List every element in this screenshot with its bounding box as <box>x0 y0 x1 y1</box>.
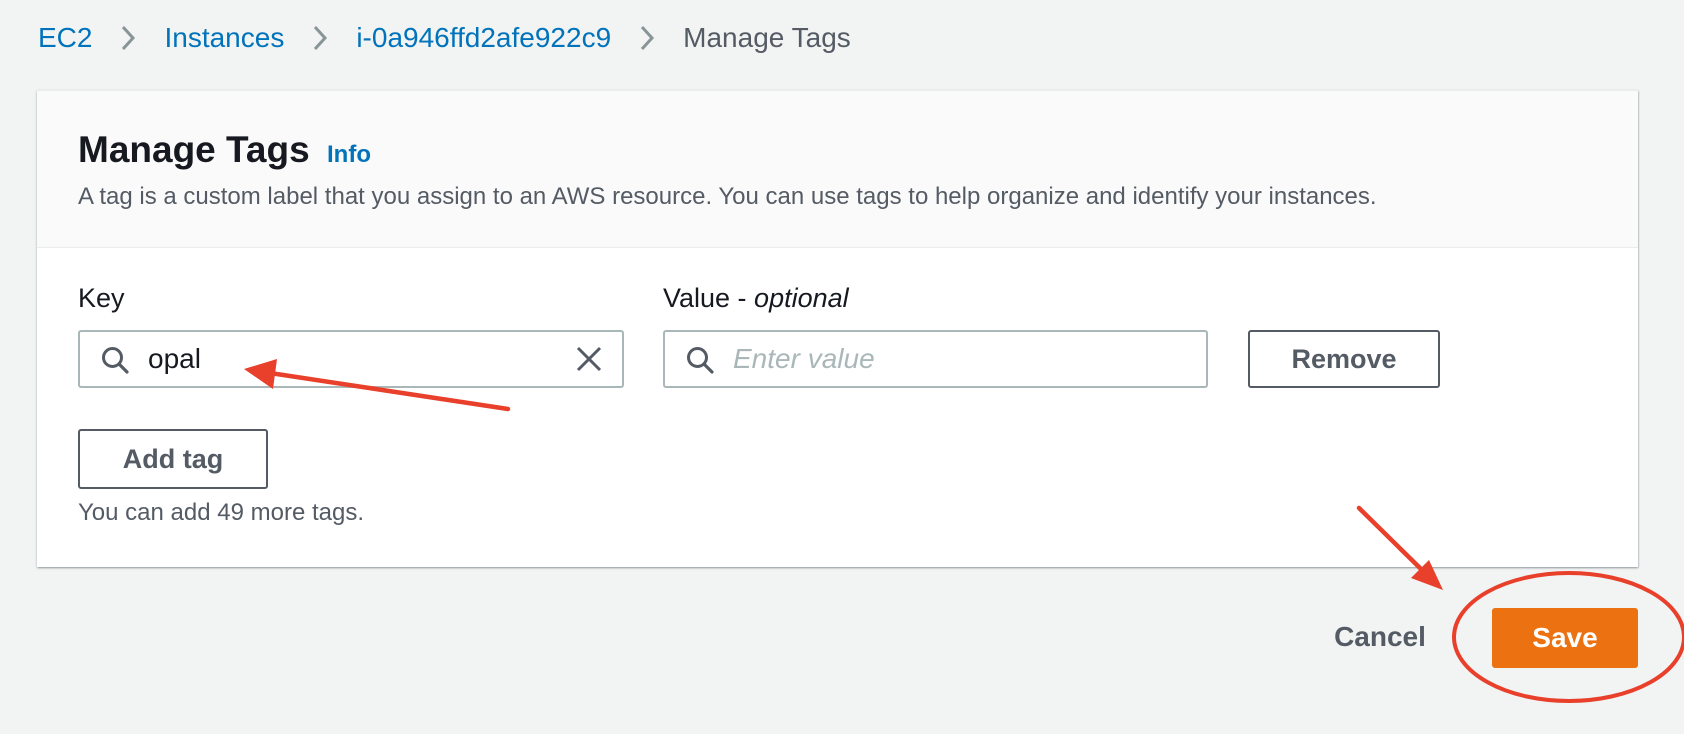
panel-header: Manage Tags Info A tag is a custom label… <box>37 91 1638 248</box>
info-link[interactable]: Info <box>327 141 371 169</box>
value-label: Value - optional <box>663 283 849 314</box>
add-tag-button[interactable]: Add tag <box>78 429 268 489</box>
save-button[interactable]: Save <box>1492 608 1638 668</box>
value-input-placeholder: Enter value <box>733 343 875 374</box>
search-icon <box>687 347 714 374</box>
search-icon <box>102 347 129 374</box>
key-label: Key <box>78 283 125 313</box>
panel-description: A tag is a custom label that you assign … <box>78 183 1377 210</box>
value-label-optional: optional <box>754 283 849 313</box>
tags-remaining-hint: You can add 49 more tags. <box>78 499 364 526</box>
breadcrumb-ec2-link[interactable]: EC2 <box>38 22 92 54</box>
key-input-value: opal <box>148 343 201 374</box>
cancel-button[interactable]: Cancel <box>1320 608 1440 666</box>
chevron-right-icon <box>284 24 356 52</box>
breadcrumb: EC2 Instances i-0a946ffd2afe922c9 Manage… <box>38 16 851 60</box>
value-input[interactable]: Enter value <box>663 330 1208 388</box>
chevron-right-icon <box>611 24 683 52</box>
key-input[interactable]: opal <box>78 330 624 388</box>
chevron-right-icon <box>92 24 164 52</box>
breadcrumb-current-page: Manage Tags <box>683 22 851 53</box>
page-title: Manage Tags <box>78 129 310 170</box>
remove-tag-button[interactable]: Remove <box>1248 330 1440 388</box>
breadcrumb-instances-link[interactable]: Instances <box>164 22 284 54</box>
close-icon[interactable] <box>574 344 604 374</box>
manage-tags-panel: Manage Tags Info A tag is a custom label… <box>37 90 1638 567</box>
breadcrumb-instance-id-link[interactable]: i-0a946ffd2afe922c9 <box>356 22 611 54</box>
value-label-text: Value - <box>663 283 755 313</box>
